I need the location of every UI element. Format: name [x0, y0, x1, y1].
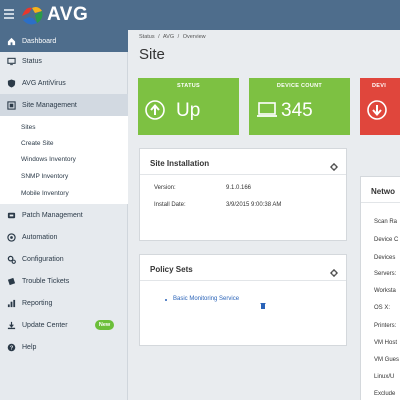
- panel-title: Policy Sets: [150, 265, 193, 274]
- tile-label: DEVICE COUNT: [276, 83, 323, 89]
- network-row: Scan Ra: [374, 219, 398, 225]
- site-installation-panel: Site Installation Version: 9.1.0.166 Ins…: [139, 148, 347, 241]
- site-icon: [7, 100, 16, 110]
- main-content: Status / AVG / Overview Site STATUS Up D…: [129, 30, 400, 400]
- network-row: Worksta: [374, 288, 396, 294]
- gear-icon: [7, 255, 16, 264]
- status-tile[interactable]: STATUS Up: [138, 78, 239, 135]
- monitor-icon: [7, 57, 16, 66]
- panel-title: Netwo: [371, 187, 395, 196]
- panel-title: Site Installation: [150, 159, 210, 168]
- panel-divider: [140, 280, 346, 281]
- breadcrumb-separator: /: [158, 34, 160, 40]
- sidebar-item-label: Trouble Tickets: [22, 277, 70, 285]
- sidebar-item-label: Automation: [22, 233, 58, 241]
- new-badge: New: [95, 320, 114, 330]
- tile-value: 345: [281, 100, 313, 121]
- shield-icon: [7, 78, 16, 88]
- network-row: VM Gues: [374, 357, 400, 363]
- network-panel: Netwo Scan Ra Device C Devices Servers: …: [360, 176, 400, 400]
- submenu-item-sites[interactable]: Sites: [21, 124, 35, 131]
- bullet: [165, 299, 167, 301]
- network-row: VM Host: [374, 340, 398, 346]
- sidebar-item-label: Dashboard: [22, 37, 57, 45]
- submenu-item-windows-inventory[interactable]: Windows Inventory: [21, 156, 76, 163]
- sidebar-item-label: Help: [22, 343, 37, 351]
- sidebar-item-label: Reporting: [22, 299, 53, 307]
- sidebar-item-automation[interactable]: Automation: [0, 226, 128, 248]
- sidebar-item-label: Site Management: [22, 101, 77, 109]
- submenu-item-create-site[interactable]: Create Site: [21, 140, 54, 147]
- brand-name: AVG: [47, 4, 89, 25]
- network-row: Linux/U: [374, 374, 395, 380]
- page-title: Site: [139, 46, 165, 63]
- network-row: Printers:: [374, 323, 397, 329]
- devices-down-tile[interactable]: DEVI: [360, 78, 400, 135]
- sidebar-item-help[interactable]: ? Help: [0, 336, 128, 358]
- submenu-item-mobile-inventory[interactable]: Mobile Inventory: [21, 190, 69, 197]
- site-management-submenu: Sites Create Site Windows Inventory SNMP…: [0, 116, 128, 204]
- device-count-tile[interactable]: DEVICE COUNT 345: [249, 78, 350, 135]
- sidebar-item-label: AVG AntiVirus: [22, 79, 66, 87]
- install-date-label: Install Date:: [154, 202, 186, 208]
- svg-text:?: ?: [10, 345, 14, 351]
- automation-icon: [7, 232, 16, 242]
- avg-logo-icon: [20, 4, 44, 26]
- gear-icon[interactable]: [330, 158, 338, 171]
- tile-label: DEVI: [372, 83, 387, 89]
- sidebar-item-label: Update Center: [22, 321, 68, 329]
- sidebar-item-reporting[interactable]: Reporting: [0, 292, 128, 314]
- version-value: 9.1.0.166: [226, 185, 252, 191]
- trash-icon[interactable]: [260, 296, 266, 309]
- sidebar-item-site-management[interactable]: Site Management: [0, 94, 128, 116]
- network-row: Servers:: [374, 271, 397, 277]
- sidebar-item-label: Patch Management: [22, 211, 83, 219]
- policy-sets-panel: Policy Sets Basic Monitoring Service: [139, 254, 347, 346]
- submenu-item-snmp-inventory[interactable]: SNMP Inventory: [21, 173, 68, 180]
- laptop-icon: [256, 100, 278, 120]
- breadcrumb-item-avg[interactable]: AVG: [163, 34, 174, 40]
- patch-icon: [7, 211, 16, 220]
- download-icon: [7, 321, 16, 330]
- breadcrumb-separator: /: [177, 34, 180, 40]
- policy-link-basic-monitoring[interactable]: Basic Monitoring Service: [173, 296, 239, 302]
- sidebar-item-patch-management[interactable]: Patch Management: [0, 204, 128, 226]
- menu-icon[interactable]: [4, 9, 14, 19]
- tile-value: Up: [176, 100, 201, 121]
- sidebar-item-label: Status: [22, 57, 42, 65]
- panel-divider: [140, 174, 346, 175]
- breadcrumb: Status / AVG / Overview: [139, 34, 208, 40]
- avg-logo[interactable]: AVG: [20, 3, 88, 27]
- breadcrumb-item-status[interactable]: Status: [139, 34, 155, 40]
- help-icon: ?: [7, 343, 16, 352]
- sidebar-item-avg-antivirus[interactable]: AVG AntiVirus: [0, 72, 128, 94]
- network-row: Exclude: [374, 391, 396, 397]
- top-bar: AVG: [0, 0, 400, 30]
- chart-icon: [7, 299, 16, 308]
- panel-divider: [361, 202, 400, 203]
- sidebar-item-status[interactable]: Status: [0, 50, 128, 72]
- network-row: Device C: [374, 237, 399, 243]
- ticket-icon: [7, 277, 16, 286]
- tile-label: STATUS: [177, 83, 200, 89]
- network-row: Devices: [374, 255, 396, 261]
- network-row: OS X:: [374, 305, 391, 311]
- arrow-up-circle-icon: [145, 100, 165, 120]
- version-label: Version:: [154, 185, 176, 191]
- gear-icon[interactable]: [330, 264, 338, 277]
- home-icon: [7, 37, 16, 46]
- install-date-value: 3/9/2015 9:00:38 AM: [226, 202, 282, 208]
- sidebar: Dashboard Status AVG AntiVirus Site Mana…: [0, 30, 128, 400]
- sidebar-item-update-center[interactable]: Update Center New: [0, 314, 128, 336]
- arrow-down-circle-icon: [367, 100, 387, 120]
- sidebar-item-label: Configuration: [22, 255, 64, 263]
- sidebar-item-configuration[interactable]: Configuration: [0, 248, 128, 270]
- sidebar-item-trouble-tickets[interactable]: Trouble Tickets: [0, 270, 128, 292]
- breadcrumb-item-overview: Overview: [182, 34, 206, 40]
- sidebar-item-dashboard[interactable]: Dashboard: [0, 30, 128, 52]
